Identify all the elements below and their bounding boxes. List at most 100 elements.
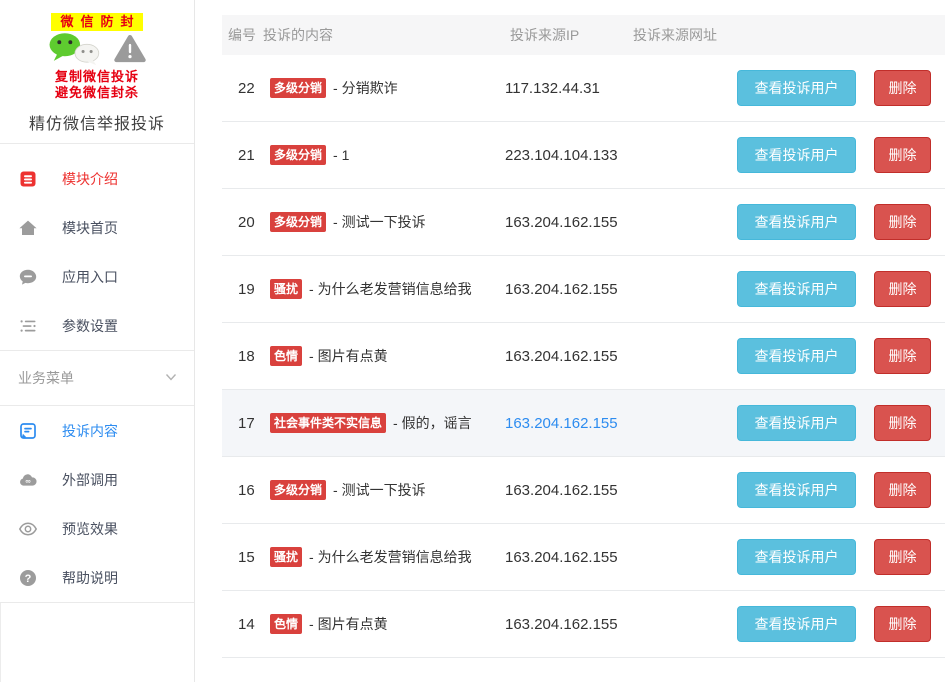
complaint-text: - 假的，谣言 [393, 415, 472, 431]
table-row: 15 骚扰- 为什么老发营销信息给我 163.204.162.155 查看投诉用… [222, 524, 945, 591]
sidebar-menu-top: 模块介绍 模块首页 应用入口 参数设置 [0, 144, 194, 350]
delete-button[interactable]: 删除 [874, 606, 931, 642]
row-id: 17 [222, 415, 260, 432]
source-ip: 117.132.44.31 [505, 80, 633, 97]
complaints-table: 编号 投诉的内容 投诉来源IP 投诉来源网址 22 多级分销 - 分销欺诈 117… [222, 15, 945, 658]
help-icon: ? [18, 568, 38, 588]
cloud-icon: ∞ [18, 470, 38, 490]
source-ip: 223.104.104.133 [505, 147, 633, 164]
row-id: 18 [222, 348, 260, 365]
view-complaint-user-button[interactable]: 查看投诉用户 [737, 271, 856, 307]
chevron-down-icon [163, 369, 179, 388]
delete-button[interactable]: 删除 [874, 70, 931, 106]
source-ip: 163.204.162.155 [505, 281, 633, 298]
table-body: 22 多级分销 - 分销欺诈 117.132.44.31 查看投诉用户 删除 21… [222, 55, 945, 658]
wechat-icon [47, 32, 103, 71]
svg-text:?: ? [25, 572, 32, 584]
complaint-text: - 为什么老发营销信息给我 [309, 549, 472, 565]
delete-button[interactable]: 删除 [874, 472, 931, 508]
delete-button[interactable]: 删除 [874, 405, 931, 441]
view-complaint-user-button[interactable]: 查看投诉用户 [737, 137, 856, 173]
row-actions: 查看投诉用户 删除 [737, 539, 945, 575]
source-ip[interactable]: 163.204.162.155 [505, 415, 633, 432]
complaint-text: - 图片有点黄 [309, 348, 388, 364]
category-badge: 多级分销 [270, 78, 326, 98]
category-badge: 色情 [270, 346, 302, 366]
complaint-text: - 为什么老发营销信息给我 [309, 281, 472, 297]
table-row: 20 多级分销- 测试一下投诉 163.204.162.155 查看投诉用户 删… [222, 189, 945, 256]
row-actions: 查看投诉用户 删除 [737, 271, 945, 307]
sidebar-section-business-menu[interactable]: 业务菜单 [0, 351, 194, 405]
row-actions: 查看投诉用户 删除 [737, 405, 945, 441]
table-header-row: 编号 投诉的内容 投诉来源IP 投诉来源网址 [222, 15, 945, 55]
delete-button[interactable]: 删除 [874, 271, 931, 307]
document-icon [18, 421, 38, 441]
category-badge: 色情 [270, 614, 302, 634]
table-row: 17 社会事件类不实信息 - 假的，谣言 163.204.162.155 查看投诉… [222, 390, 945, 457]
complaint-text: - 分销欺诈 [333, 80, 398, 96]
view-complaint-user-button[interactable]: 查看投诉用户 [737, 539, 856, 575]
complaint-cell: 多级分销 - 分销欺诈 [260, 78, 505, 98]
main-content: 编号 投诉的内容 投诉来源IP 投诉来源网址 22 多级分销 - 分销欺诈 117… [195, 0, 950, 682]
view-complaint-user-button[interactable]: 查看投诉用户 [737, 472, 856, 508]
category-badge: 骚扰 [270, 547, 302, 567]
view-complaint-user-button[interactable]: 查看投诉用户 [737, 338, 856, 374]
sidebar-item-module-intro[interactable]: 模块介绍 [0, 154, 194, 203]
row-actions: 查看投诉用户 删除 [737, 204, 945, 240]
sidebar-item-help-docs[interactable]: ? 帮助说明 [0, 553, 194, 602]
view-complaint-user-button[interactable]: 查看投诉用户 [737, 606, 856, 642]
row-actions: 查看投诉用户 删除 [737, 338, 945, 374]
sidebar-item-param-settings[interactable]: 参数设置 [0, 301, 194, 350]
sidebar-item-module-home[interactable]: 模块首页 [0, 203, 194, 252]
row-actions: 查看投诉用户 删除 [737, 70, 945, 106]
sidebar-item-app-entry[interactable]: 应用入口 [0, 252, 194, 301]
row-id: 14 [222, 616, 260, 633]
sidebar-item-complaint-content[interactable]: 投诉内容 [0, 406, 194, 455]
sidebar: 微信防封 [0, 0, 195, 682]
section-label: 业务菜单 [18, 368, 74, 388]
delete-button[interactable]: 删除 [874, 338, 931, 374]
complaint-text: - 1 [333, 147, 349, 163]
app-window: 微信防封 [0, 0, 950, 682]
delete-button[interactable]: 删除 [874, 137, 931, 173]
complaint-cell: 色情- 图片有点黄 [260, 614, 505, 634]
row-id: 19 [222, 281, 260, 298]
delete-button[interactable]: 删除 [874, 204, 931, 240]
view-complaint-user-button[interactable]: 查看投诉用户 [737, 405, 856, 441]
table-row: 21 多级分销- 1 223.104.104.133 查看投诉用户 删除 [222, 122, 945, 189]
chat-icon [18, 267, 38, 287]
category-badge: 社会事件类不实信息 [270, 413, 386, 433]
complaint-cell: 骚扰- 为什么老发营销信息给我 [260, 279, 505, 299]
table-row: 19 骚扰- 为什么老发营销信息给我 163.204.162.155 查看投诉用… [222, 256, 945, 323]
row-actions: 查看投诉用户 删除 [737, 137, 945, 173]
eye-icon [18, 519, 38, 539]
svg-text:∞: ∞ [25, 476, 30, 485]
complaint-cell: 多级分销- 测试一下投诉 [260, 480, 505, 500]
settings-icon [18, 316, 38, 336]
source-ip: 163.204.162.155 [505, 616, 633, 633]
row-id: 21 [222, 147, 260, 164]
source-ip: 163.204.162.155 [505, 214, 633, 231]
header-source-ip: 投诉来源IP [505, 25, 633, 45]
complaint-text: - 测试一下投诉 [333, 482, 426, 498]
logo-slogan-line1: 复制微信投诉 [0, 69, 194, 85]
table-row: 22 多级分销 - 分销欺诈 117.132.44.31 查看投诉用户 删除 [222, 55, 945, 122]
source-ip: 163.204.162.155 [505, 482, 633, 499]
view-complaint-user-button[interactable]: 查看投诉用户 [737, 70, 856, 106]
sidebar-item-preview-effect[interactable]: 预览效果 [0, 504, 194, 553]
row-actions: 查看投诉用户 删除 [737, 472, 945, 508]
complaint-cell: 色情 - 图片有点黄 [260, 346, 505, 366]
app-title: 精仿微信举报投诉 [0, 110, 194, 134]
header-id: 编号 [222, 25, 260, 45]
sidebar-item-external-call[interactable]: ∞ 外部调用 [0, 455, 194, 504]
source-ip: 163.204.162.155 [505, 549, 633, 566]
complaint-text: - 测试一下投诉 [333, 214, 426, 230]
delete-button[interactable]: 删除 [874, 539, 931, 575]
category-badge: 多级分销 [270, 212, 326, 232]
logo-slogan-line2: 避免微信封杀 [0, 85, 194, 101]
row-id: 22 [222, 80, 260, 97]
sidebar-empty-area [0, 603, 194, 682]
view-complaint-user-button[interactable]: 查看投诉用户 [737, 204, 856, 240]
logo-ribbon: 微信防封 [51, 13, 142, 31]
table-row: 18 色情- 图片有点黄 163.204.162.155 查看投诉用户 删除 [222, 323, 945, 390]
